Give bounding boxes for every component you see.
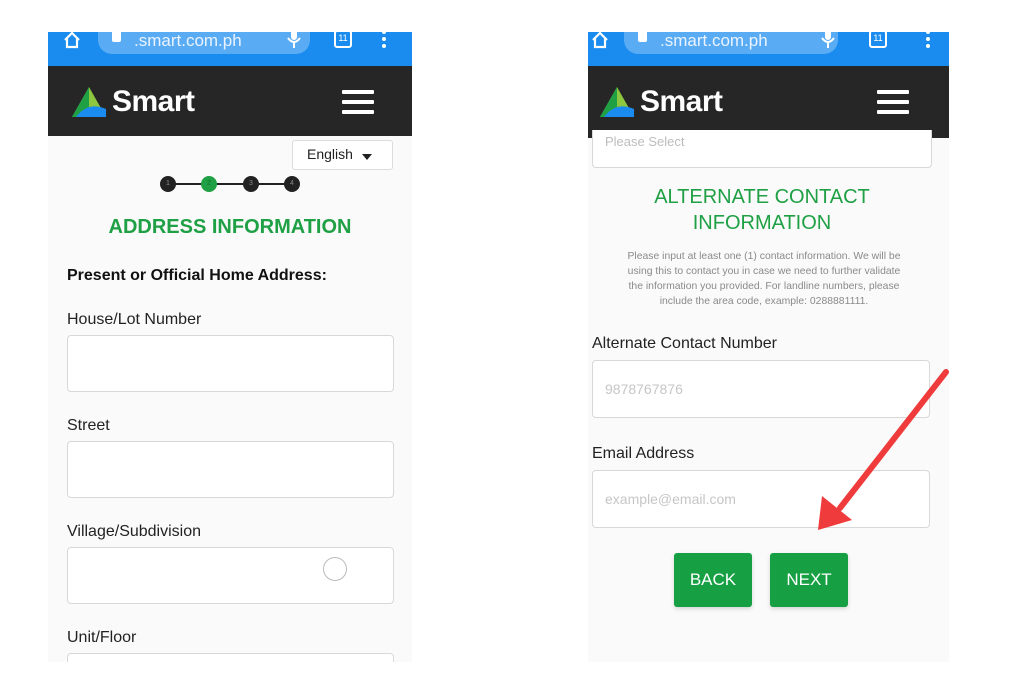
browser-url-bar: .smart.com.ph 11 [588,32,949,66]
section-title: ADDRESS INFORMATION [108,216,352,238]
touch-indicator-icon [323,557,347,581]
alternate-contact-input[interactable]: 9878767876 [592,360,930,418]
email-input[interactable]: example@email.com [592,470,930,528]
menu-icon[interactable] [342,90,374,114]
logo-text: Smart [112,85,195,118]
email-label: Email Address [592,445,695,462]
logo-text: Smart [640,85,723,118]
address-subheading: Present or Official Home Address: [67,267,327,284]
site-header: Smart [588,66,949,138]
tabs-count-icon[interactable]: 11 [869,32,887,48]
site-header: Smart [48,66,412,136]
browser-url-bar: .smart.com.ph 11 [48,32,412,66]
step-2: 2 [201,176,217,192]
select-placeholder: Please Select [605,134,685,149]
caret-down-icon [362,154,372,160]
unit-floor-label: Unit/Floor [67,629,137,646]
lock-icon [638,32,647,42]
section-title-line-1: ALTERNATE CONTACT [654,186,870,208]
house-number-input[interactable] [67,335,394,392]
url-field[interactable]: .smart.com.ph [98,32,310,54]
village-input[interactable] [67,547,394,604]
next-button[interactable]: NEXT [770,553,848,607]
email-placeholder: example@email.com [605,491,736,507]
language-select[interactable]: English [292,140,393,170]
tabs-count-icon[interactable]: 11 [334,32,352,48]
step-3: 3 [243,176,259,192]
step-4: 4 [284,176,300,192]
url-text: .smart.com.ph [660,32,768,50]
url-field[interactable]: .smart.com.ph [624,32,838,54]
smart-logo-mark-icon [72,87,106,117]
village-label: Village/Subdivision [67,523,202,540]
street-label: Street [67,417,110,434]
microphone-icon[interactable] [284,32,304,50]
microphone-icon[interactable] [818,32,838,50]
home-icon[interactable] [62,32,82,50]
section-title-line-2: INFORMATION [692,212,832,234]
url-text: .smart.com.ph [134,32,242,50]
phone-screen-contact: .smart.com.ph 11 Smart Please Select ALT… [588,32,949,662]
home-icon[interactable] [590,32,610,50]
more-options-icon[interactable] [374,32,394,50]
smart-logo[interactable]: Smart [70,82,195,122]
phone-screen-address: .smart.com.ph 11 Smart English 1 2 3 4 A… [48,32,412,662]
unit-floor-input[interactable] [67,653,394,662]
section-title: ALTERNATE CONTACT INFORMATION [588,184,936,236]
more-options-icon[interactable] [918,32,938,50]
instructions-text: Please input at least one (1) contact in… [627,251,901,307]
house-number-label: House/Lot Number [67,311,202,328]
previous-select-field[interactable]: Please Select [592,130,932,168]
menu-icon[interactable] [877,90,909,114]
tabs-count: 11 [873,33,883,43]
smart-logo[interactable]: Smart [598,82,723,122]
alternate-contact-placeholder: 9878767876 [605,381,683,397]
alternate-contact-label: Alternate Contact Number [592,335,777,352]
street-input[interactable] [67,441,394,498]
progress-stepper: 1 2 3 4 [160,176,300,192]
tabs-count: 11 [338,33,348,43]
step-1: 1 [160,176,176,192]
lock-icon [112,32,121,42]
language-value: English [307,146,353,162]
back-button[interactable]: BACK [674,553,752,607]
smart-logo-mark-icon [600,87,634,117]
stepper-line [168,183,292,185]
